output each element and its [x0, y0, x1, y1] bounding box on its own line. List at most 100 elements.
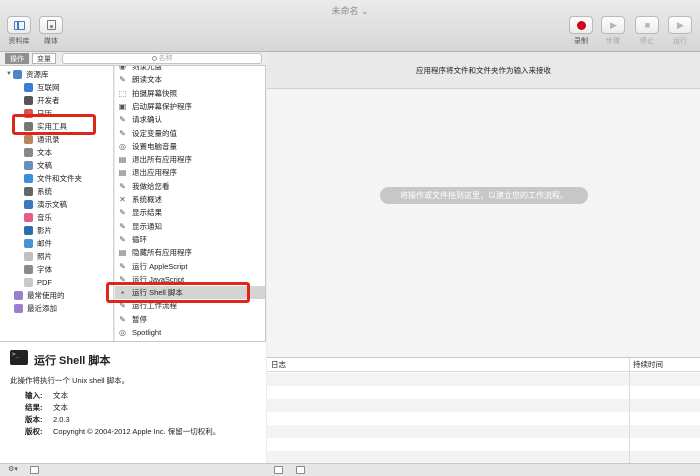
sidebar-item[interactable]: PDF [24, 276, 52, 289]
sidebar-item[interactable]: 音乐 [24, 211, 52, 224]
action-item-label: 我做给您看 [132, 181, 170, 191]
action-item[interactable]: ✎ 朗读文本 [115, 73, 265, 86]
workflow-header: 应用程序将文件和文件夹作为输入来接收 [267, 52, 700, 89]
action-item-label: 显示结果 [132, 208, 162, 218]
action-icon: ◎ [119, 141, 126, 151]
duration-column-header[interactable]: 持续时间 [633, 358, 663, 372]
workflow-area[interactable]: 将操作或文件拖到这里，以建立您的工作流程。 [267, 89, 700, 357]
sidebar-item[interactable]: ▼ 资源库 [6, 68, 49, 81]
action-item[interactable]: ✎ 设定变量的值 [115, 127, 265, 140]
search-icon [151, 55, 157, 61]
tab-actions[interactable]: 操作 [5, 53, 29, 64]
highlight-box [12, 114, 96, 135]
sidebar-item[interactable]: 照片 [24, 250, 52, 263]
action-item[interactable]: ✎ 请求确认 [115, 113, 265, 126]
action-item[interactable]: ✎ 显示通知 [115, 220, 265, 233]
action-item-label: 启动屏幕保护程序 [132, 101, 192, 111]
sidebar-item-label: 最常使用的 [27, 291, 65, 300]
tab-variables[interactable]: 变量 [32, 53, 56, 64]
highlight-box [106, 282, 250, 303]
action-item[interactable]: ◎ 设置电脑音量 [115, 140, 265, 153]
developer-icon [24, 96, 33, 105]
sidebar-item-label: PDF [37, 278, 52, 287]
step-icon: ▶ [601, 16, 625, 34]
sidebar-item[interactable]: 互联网 [24, 81, 60, 94]
search-input[interactable]: 名称 [62, 53, 262, 64]
action-item-label: 刻录光盘 [132, 66, 162, 71]
action-item-label: 系统概述 [132, 195, 162, 204]
step-button[interactable]: ▶ 步骤 [598, 16, 628, 46]
list-view-icon[interactable] [274, 466, 283, 474]
stop-button[interactable]: ■ 停止 [632, 16, 662, 46]
sidebar-item[interactable]: 邮件 [24, 237, 52, 250]
action-icon: ✎ [119, 128, 126, 138]
action-icon: ✎ [119, 75, 126, 85]
action-item-label: 拍摄屏幕快照 [132, 88, 177, 98]
split-view-icon[interactable] [296, 466, 305, 474]
sidebar-item-label: 影片 [37, 226, 52, 235]
action-item-label: 隐藏所有应用程序 [132, 248, 192, 258]
action-item[interactable]: ✎ 显示结果 [115, 206, 265, 219]
run-button[interactable]: ▶ 运行 [665, 16, 695, 46]
library-button[interactable]: 资料库 [4, 16, 34, 46]
keynote-icon [24, 200, 33, 209]
toggle-description-icon[interactable] [30, 466, 39, 474]
system-icon [24, 187, 33, 196]
stop-icon: ■ [635, 16, 659, 34]
action-item-label: 退出应用程序 [132, 168, 177, 178]
music-icon [24, 213, 33, 222]
action-item[interactable]: ◎ Spotlight [115, 326, 265, 339]
sidebar-item-label: 资源库 [26, 70, 49, 79]
log-header: 日志 持续时间 [267, 358, 700, 372]
action-item[interactable]: ◉ 刻录光盘 [115, 66, 265, 73]
log-row [267, 412, 700, 425]
sidebar-item[interactable]: 最近添加 [14, 302, 57, 315]
action-icon: ▤ [118, 248, 127, 258]
sidebar-item[interactable]: 影片 [24, 224, 52, 237]
sidebar-item[interactable]: 字体 [24, 263, 52, 276]
log-row [267, 438, 700, 451]
folder-icon [14, 291, 23, 300]
action-item-label: 显示通知 [132, 221, 162, 231]
action-item[interactable]: ✎ 循环 [115, 233, 265, 246]
sidebar-item-label: 文件和文件夹 [37, 174, 82, 183]
globe-icon [24, 83, 33, 92]
column-divider[interactable] [629, 358, 630, 464]
description-title: 运行 Shell 脚本 [34, 355, 111, 367]
log-row [267, 373, 700, 386]
sidebar-item-label: 最近添加 [27, 304, 57, 313]
disclosure-triangle-icon[interactable]: ▼ [6, 68, 12, 81]
sidebar-item[interactable]: 文稿 [24, 159, 52, 172]
gear-icon[interactable]: ⚙▾ [5, 465, 21, 475]
action-icon: ⬚ [118, 88, 127, 98]
action-icon: ▣ [118, 101, 127, 111]
action-item[interactable]: ▤ 退出应用程序 [115, 166, 265, 179]
sidebar-item-label: 文本 [37, 148, 52, 157]
action-item-label: 暂停 [132, 314, 147, 324]
action-icon: ✎ [119, 261, 126, 271]
bottom-bar: ⚙▾ [0, 463, 700, 476]
record-button[interactable]: 录制 [566, 16, 596, 46]
sidebar-item[interactable]: 系统 [24, 185, 52, 198]
sidebar-item[interactable]: 最常使用的 [14, 289, 65, 302]
sidebar-item[interactable]: 文本 [24, 146, 52, 159]
action-item[interactable]: ⬚ 拍摄屏幕快照 [115, 87, 265, 100]
action-item[interactable]: ✕ 系统概述 [115, 193, 265, 206]
sidebar-item[interactable]: 文件和文件夹 [24, 172, 82, 185]
log-row [267, 399, 700, 412]
action-item[interactable]: ▣ 启动屏幕保护程序 [115, 100, 265, 113]
action-item-label: 设置电脑音量 [132, 141, 177, 151]
action-item[interactable]: ✎ 运行 AppleScript [115, 260, 265, 273]
sidebar-item-label: 开发者 [37, 96, 60, 105]
log-column-header[interactable]: 日志 [271, 358, 286, 372]
media-button[interactable]: 媒体 [36, 16, 66, 46]
action-item[interactable]: ▤ 退出所有应用程序 [115, 153, 265, 166]
sidebar-item[interactable]: 开发者 [24, 94, 60, 107]
sidebar-item-label: 字体 [37, 265, 52, 274]
action-item[interactable]: ▤ 隐藏所有应用程序 [115, 246, 265, 259]
photos-icon [24, 252, 33, 261]
action-item[interactable]: ✎ 我做给您看 [115, 180, 265, 193]
meta-copyright: 版权: Copyright © 2004-2012 Apple Inc. 保留一切… [25, 427, 221, 436]
action-item[interactable]: ✎ 暂停 [115, 313, 265, 326]
sidebar-item[interactable]: 演示文稿 [24, 198, 67, 211]
